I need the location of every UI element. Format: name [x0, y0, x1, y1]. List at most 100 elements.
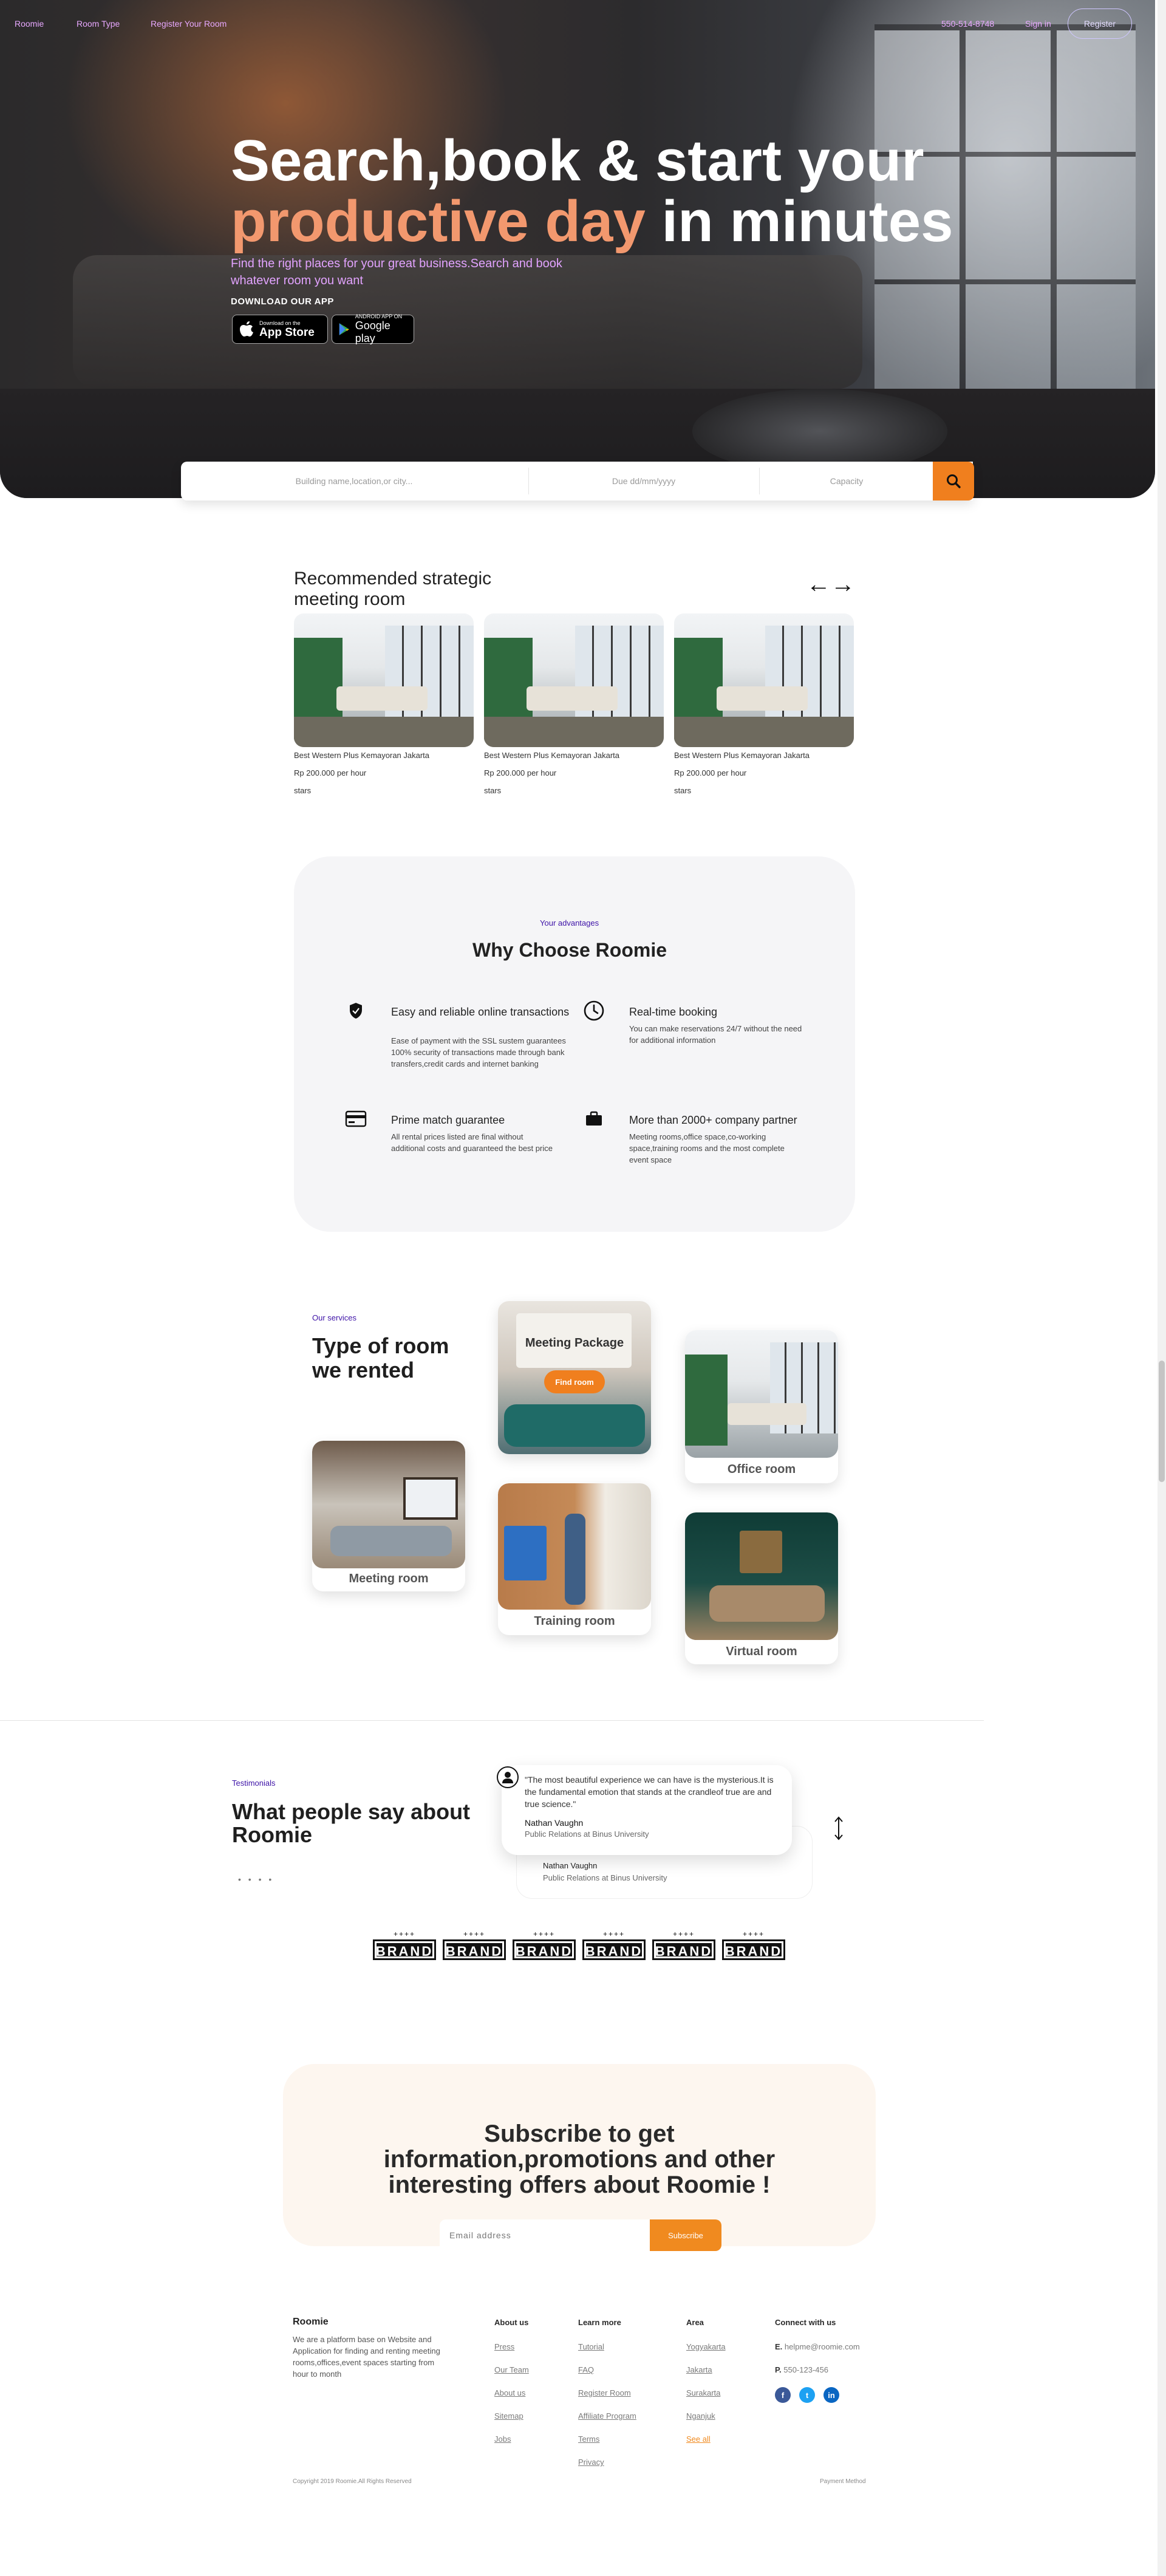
room-type-card[interactable]: Meeting room	[312, 1441, 465, 1591]
scrollbar-thumb[interactable]	[1159, 1361, 1165, 1482]
avatar	[497, 1766, 519, 1788]
footer-link[interactable]: Privacy	[578, 2458, 604, 2467]
arrow-right-icon[interactable]: →	[831, 572, 855, 596]
footer-link[interactable]: Register Room	[578, 2388, 631, 2397]
brand-logo: ++++ BRAND	[652, 1929, 715, 1961]
capacity-input[interactable]	[760, 462, 933, 501]
room-type-label: Meeting room	[349, 1572, 429, 1585]
user-icon	[502, 1772, 513, 1783]
footer-email[interactable]: E. helpme@roomie.com	[775, 2342, 860, 2351]
up-down-arrows-icon[interactable]	[833, 1816, 844, 1840]
footer-link[interactable]: About us	[494, 2388, 525, 2397]
linkedin-icon[interactable]: in	[823, 2387, 839, 2403]
room-card-name[interactable]: Best Western Plus Kemayoran Jakarta	[484, 751, 619, 760]
room-type-label: Office room	[727, 1463, 796, 1476]
hero-headline-highlight: productive day	[231, 189, 646, 254]
training-room-image	[498, 1483, 651, 1610]
testimonials-eyebrow: Testimonials	[232, 1778, 276, 1788]
search-icon	[947, 474, 961, 488]
testimonial-author: Nathan Vaughn	[543, 1861, 598, 1870]
office-room-image	[685, 1330, 838, 1458]
sign-in-link[interactable]: Sign in	[1025, 19, 1051, 29]
testimonial-role: Public Relations at Binus University	[543, 1873, 667, 1882]
room-card-name[interactable]: Best Western Plus Kemayoran Jakarta	[294, 751, 429, 760]
hero-table-image	[692, 389, 947, 474]
footer-link[interactable]: Yogyakarta	[686, 2342, 726, 2351]
room-type-card[interactable]: Office room	[685, 1330, 838, 1483]
find-room-button[interactable]: Find room	[544, 1370, 605, 1393]
copyright: Copyright 2019 Roomie.All Rights Reserve…	[293, 2478, 412, 2485]
room-card-image[interactable]	[294, 613, 474, 747]
room-card-rating: stars	[294, 786, 312, 795]
footer-link[interactable]: Press	[494, 2342, 514, 2351]
room-card-price: Rp 200.000 per hour	[484, 768, 557, 777]
services-title: Type of room we rented	[312, 1333, 449, 1382]
section-divider	[0, 1720, 984, 1721]
app-store-button[interactable]: Download on the App Store	[232, 315, 328, 344]
brand-logo: ++++ BRAND	[443, 1929, 506, 1961]
footer-link[interactable]: FAQ	[578, 2365, 594, 2374]
facebook-icon[interactable]: f	[775, 2387, 791, 2403]
brand-link[interactable]: Roomie	[15, 19, 44, 29]
scrollbar-track[interactable]	[1157, 0, 1166, 2576]
virtual-room-image	[685, 1512, 838, 1640]
room-card-rating: stars	[674, 786, 692, 795]
credit-card-icon	[344, 1107, 368, 1131]
feature-title: Easy and reliable online transactions	[391, 1006, 570, 1018]
hero-subtitle: Find the right places for your great bus…	[231, 257, 562, 287]
room-card-image[interactable]	[674, 613, 854, 747]
advantages-title: Why Choose Roomie	[472, 939, 667, 961]
footer-heading: Connect with us	[775, 2318, 836, 2327]
google-play-button[interactable]: ANDROID APP ON Google play	[332, 313, 414, 344]
testimonial-author: Nathan Vaughn	[525, 1818, 584, 1828]
brand-logo: ++++ BRAND	[582, 1929, 646, 1961]
recommended-title: Recommended strategic meeting room	[294, 569, 492, 609]
services-eyebrow: Our services	[312, 1313, 356, 1322]
footer-phone[interactable]: P. 550-123-456	[775, 2365, 828, 2374]
feature-title: Real-time booking	[629, 1006, 718, 1018]
testimonial-role: Public Relations at Binus University	[525, 1830, 649, 1839]
footer-link[interactable]: Sitemap	[494, 2411, 523, 2421]
location-search-input[interactable]	[181, 462, 527, 501]
register-button[interactable]: Register	[1068, 9, 1132, 39]
twitter-icon[interactable]: t	[799, 2387, 815, 2403]
feature-title: More than 2000+ company partner	[629, 1114, 797, 1126]
arrow-left-icon[interactable]: ←	[806, 572, 831, 596]
see-all-link[interactable]: See all	[686, 2434, 711, 2444]
footer-heading: Learn more	[578, 2318, 621, 2327]
footer-link[interactable]: Jobs	[494, 2434, 511, 2444]
nav-room-type[interactable]: Room Type	[77, 19, 120, 29]
room-type-card[interactable]: Virtual room	[685, 1512, 838, 1664]
nav-register-room[interactable]: Register Your Room	[151, 19, 227, 29]
footer-link[interactable]: Affiliate Program	[578, 2411, 636, 2421]
footer-link[interactable]: Our Team	[494, 2365, 529, 2374]
date-input[interactable]	[530, 462, 758, 501]
feature-desc: Ease of payment with the SSL sustem guar…	[391, 1036, 566, 1068]
nav-phone[interactable]: 550-514-8748	[941, 19, 994, 29]
download-label: DOWNLOAD OUR APP	[231, 296, 334, 307]
google-play-icon	[339, 323, 349, 335]
clock-icon	[582, 999, 606, 1023]
room-card-price: Rp 200.000 per hour	[294, 768, 367, 777]
advantages-eyebrow: Your advantages	[540, 918, 599, 928]
search-button[interactable]	[933, 462, 974, 501]
feature-title: Prime match guarantee	[391, 1114, 505, 1126]
footer-link[interactable]: Surakarta	[686, 2388, 720, 2397]
room-card-name[interactable]: Best Western Plus Kemayoran Jakarta	[674, 751, 810, 760]
carousel-dots[interactable]: • • • •	[238, 1874, 274, 1884]
footer-link[interactable]: Terms	[578, 2434, 599, 2444]
footer-link[interactable]: Tutorial	[578, 2342, 604, 2351]
hero-headline-line2: in minutes	[645, 189, 953, 254]
room-type-card[interactable]: Training room	[498, 1483, 651, 1635]
feature-desc: All rental prices listed are final witho…	[391, 1132, 553, 1153]
room-card-rating: stars	[484, 786, 502, 795]
email-input[interactable]	[440, 2219, 650, 2251]
footer-heading: Area	[686, 2318, 704, 2327]
footer-link[interactable]: Jakarta	[686, 2365, 712, 2374]
hero-headline: Search,book & start your productive day …	[231, 131, 953, 252]
meeting-package-card[interactable]: Meeting Package Find room	[498, 1301, 651, 1454]
room-card-image[interactable]	[484, 613, 664, 747]
subscribe-button[interactable]: Subscribe	[650, 2219, 721, 2251]
subscribe-title: Subscribe to get information,promotions …	[383, 2120, 776, 2198]
footer-link[interactable]: Nganjuk	[686, 2411, 715, 2421]
